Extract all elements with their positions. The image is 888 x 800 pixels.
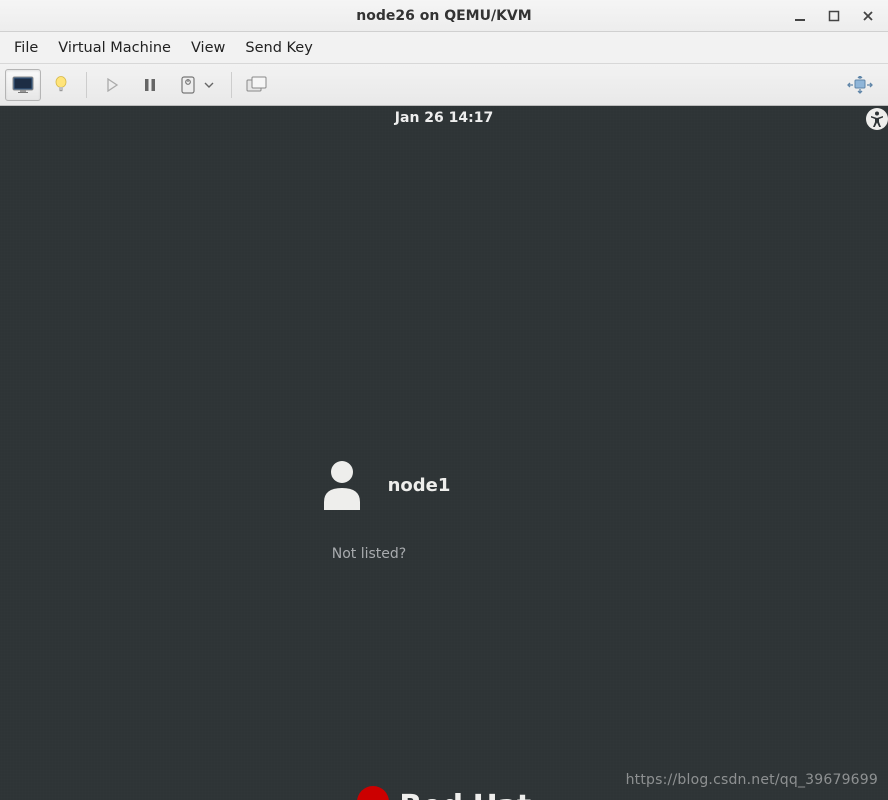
accessibility-icon[interactable] [866, 108, 888, 130]
shutdown-button[interactable] [170, 69, 224, 101]
redhat-logo-icon [357, 786, 389, 800]
pause-button[interactable] [132, 69, 168, 101]
gnome-clock[interactable]: Jan 26 14:17 [0, 110, 888, 126]
lightbulb-icon [52, 75, 70, 95]
snapshots-button[interactable] [239, 69, 275, 101]
play-icon [105, 78, 119, 92]
menu-file[interactable]: File [4, 34, 48, 62]
fullscreen-icon [847, 76, 873, 94]
fullscreen-button[interactable] [842, 69, 878, 101]
avatar [318, 460, 366, 510]
pause-icon [144, 78, 156, 92]
details-view-button[interactable] [43, 69, 79, 101]
monitor-icon [12, 76, 34, 94]
run-button[interactable] [94, 69, 130, 101]
toolbar-separator [86, 72, 87, 98]
distro-branding: Red Hat [0, 786, 888, 800]
maximize-button[interactable] [826, 8, 842, 24]
menu-view[interactable]: View [181, 34, 235, 62]
menu-send-key[interactable]: Send Key [235, 34, 322, 62]
not-listed-link[interactable]: Not listed? [332, 546, 406, 562]
menu-virtual-machine[interactable]: Virtual Machine [48, 34, 181, 62]
brand-text: Red Hat [399, 789, 531, 800]
window-controls [792, 0, 884, 31]
power-icon [180, 76, 196, 94]
user-name-label: node1 [388, 475, 451, 496]
user-entry[interactable]: node1 [298, 454, 471, 516]
watermark-text: https://blog.csdn.net/qq_39679699 [626, 772, 878, 788]
toolbar [0, 64, 888, 106]
console-view-button[interactable] [5, 69, 41, 101]
snapshot-icon [246, 76, 268, 94]
person-icon [321, 460, 363, 510]
close-button[interactable] [860, 8, 876, 24]
gdm-login: node1 Not listed? [0, 454, 888, 562]
minimize-button[interactable] [792, 8, 808, 24]
menubar: File Virtual Machine View Send Key [0, 32, 888, 64]
vm-console[interactable]: Jan 26 14:17 node1 Not listed? Red Hat h… [0, 106, 888, 800]
chevron-down-icon [204, 82, 214, 88]
window-titlebar: node26 on QEMU/KVM [0, 0, 888, 32]
toolbar-separator [231, 72, 232, 98]
window-title: node26 on QEMU/KVM [6, 8, 882, 24]
